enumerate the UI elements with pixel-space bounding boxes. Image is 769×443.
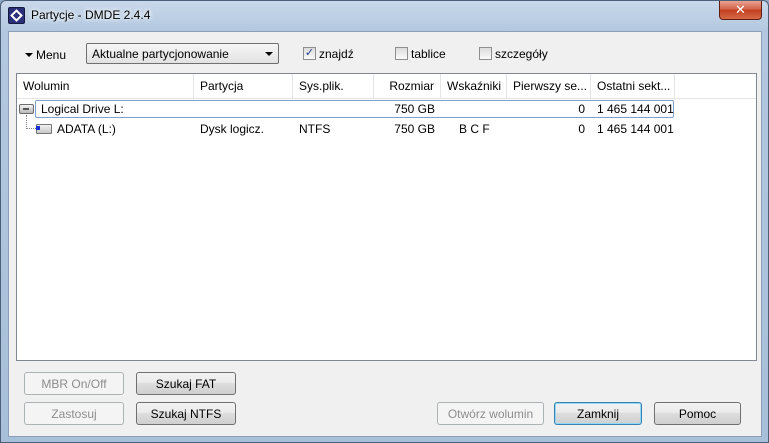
cell-last-sector: 1 465 144 001 [597, 102, 674, 116]
help-button[interactable]: Pomoc [654, 402, 741, 425]
search-fat-button[interactable]: Szukaj FAT [136, 372, 236, 395]
search-ntfs-button[interactable]: Szukaj NTFS [136, 402, 236, 425]
checkbox-find[interactable]: ✓ znajdź [303, 46, 354, 61]
cell-first-sector: 0 [578, 102, 585, 116]
close-button[interactable]: Zamknij [554, 402, 642, 425]
menu-dropdown-arrow-icon [25, 53, 33, 57]
cell-last-sector: 1 465 144 001 [597, 122, 674, 136]
checkbox-details-box[interactable] [479, 47, 492, 60]
column-header-filesystem[interactable]: Sys.plik. [293, 74, 374, 99]
checkbox-tables-box[interactable] [395, 47, 408, 60]
cell-filesystem: NTFS [299, 122, 331, 136]
menu-button[interactable]: Menu [25, 46, 66, 64]
table-row[interactable]: Logical Drive L: 750 GB 0 1 465 144 001 [17, 99, 756, 119]
checkbox-details[interactable]: szczegóły [479, 46, 548, 61]
checkbox-tables[interactable]: tablice [395, 46, 446, 61]
partitions-list[interactable]: Wolumin Partycja Sys.plik. Rozmiar Wskaź… [16, 73, 757, 361]
cell-filesystem [293, 99, 374, 119]
open-volume-button[interactable]: Otwórz wolumin [437, 402, 544, 425]
cell-partition: Dysk logicz. [200, 122, 265, 136]
column-header-flags[interactable]: Wskaźniki [441, 74, 507, 99]
list-header: Wolumin Partycja Sys.plik. Rozmiar Wskaź… [17, 74, 756, 99]
cell-volume: Logical Drive L: [41, 102, 124, 116]
checkbox-details-label: szczegóły [495, 46, 548, 61]
dialog-client-area: Menu Aktualne partycjonowanie ✓ znajdź t… [8, 31, 762, 437]
cell-first-sector: 0 [578, 122, 585, 136]
checkbox-find-label: znajdź [319, 46, 354, 61]
cell-partition [194, 99, 293, 119]
chevron-down-icon [265, 52, 273, 56]
column-header-last-sector[interactable]: Ostatni sekt... [591, 74, 675, 99]
cell-flags [453, 99, 507, 119]
checkbox-tables-label: tablice [411, 46, 446, 61]
cell-volume: ADATA (L:) [57, 122, 116, 136]
dmde-partitions-window: Partycje - DMDE 2.4.4 ✕ Menu Aktualne pa… [0, 0, 769, 443]
dmde-app-icon [8, 7, 25, 24]
column-header-first-sector[interactable]: Pierwszy se... [507, 74, 591, 99]
menu-label: Menu [36, 48, 67, 62]
cell-size: 750 GB [394, 102, 435, 116]
column-header-volume[interactable]: Wolumin [17, 74, 194, 99]
window-title: Partycje - DMDE 2.4.4 [31, 8, 151, 22]
tree-connector [26, 115, 36, 129]
partition-icon [36, 124, 52, 134]
table-row[interactable]: ADATA (L:) Dysk logicz. NTFS 750 GB B C … [17, 115, 756, 139]
partitioning-mode-select[interactable]: Aktualne partycjonowanie [86, 43, 279, 64]
cell-size: 750 GB [394, 122, 435, 136]
apply-button[interactable]: Zastosuj [24, 402, 124, 425]
title-bar[interactable]: Partycje - DMDE 2.4.4 ✕ [1, 1, 768, 31]
mbr-toggle-button[interactable]: MBR On/Off [24, 372, 124, 395]
column-header-size[interactable]: Rozmiar [374, 74, 441, 99]
drive-icon [19, 104, 34, 114]
column-header-partition[interactable]: Partycja [194, 74, 293, 99]
close-window-button[interactable]: ✕ [719, 1, 762, 20]
partitioning-mode-value: Aktualne partycjonowanie [92, 46, 229, 61]
cell-flags: B C F [459, 122, 490, 136]
checkbox-find-box[interactable]: ✓ [303, 47, 316, 60]
